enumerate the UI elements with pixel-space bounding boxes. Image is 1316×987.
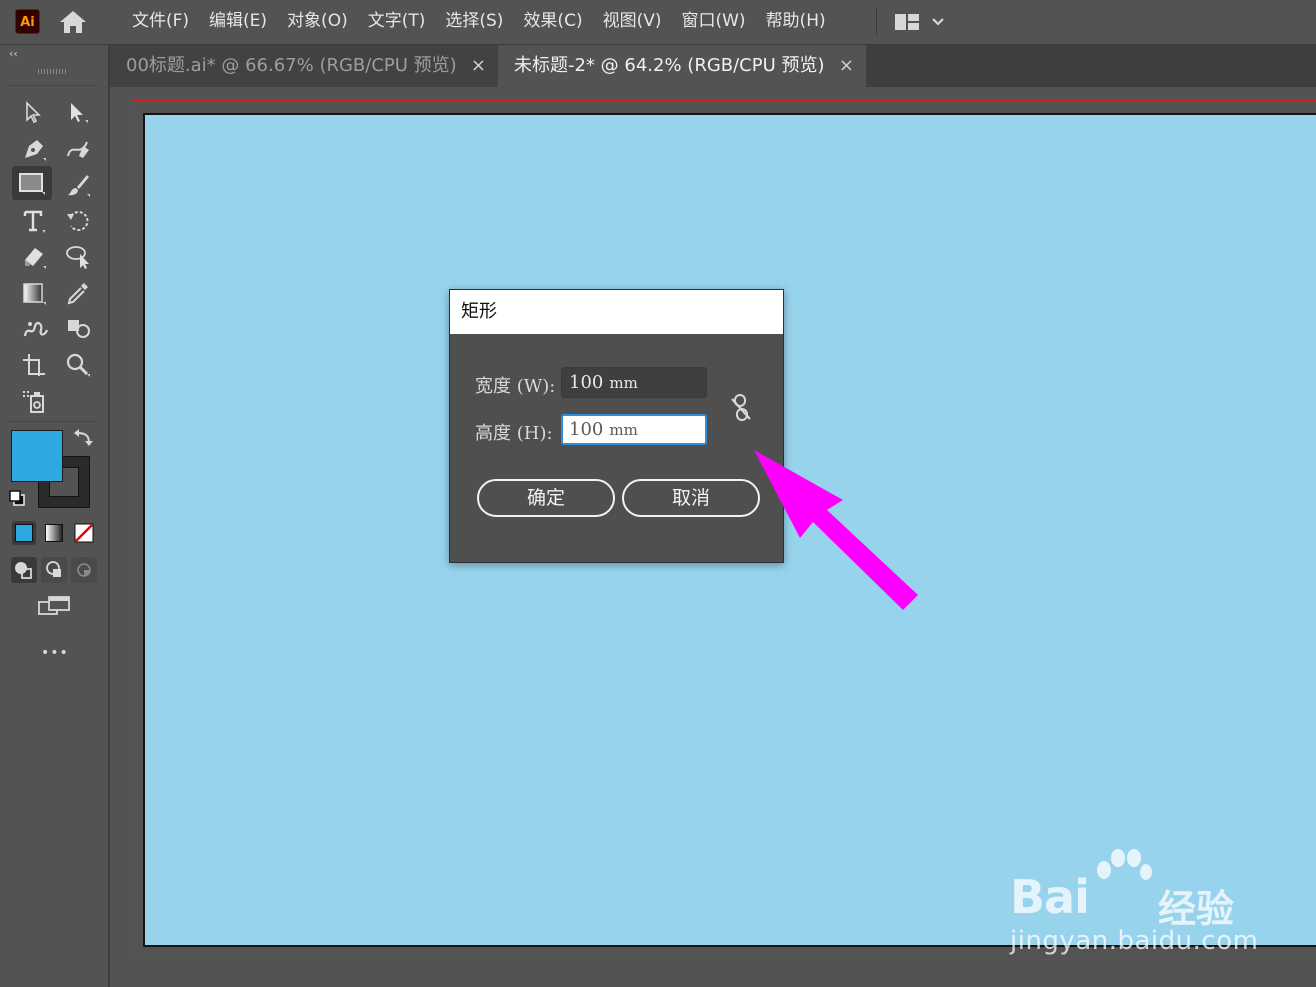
- height-value: 100: [569, 419, 604, 440]
- color-mode-button[interactable]: [12, 521, 36, 545]
- default-fill-stroke-icon[interactable]: [6, 488, 30, 512]
- tab-label: 未标题-2* @ 64.2% (RGB/CPU 预览): [514, 55, 825, 76]
- watermark: Bai 经验 jingyan.baidu.com: [1008, 848, 1308, 968]
- document-tab-bar: 00标题.ai* @ 66.67% (RGB/CPU 预览) × 未标题-2* …: [110, 45, 1316, 87]
- height-input[interactable]: 100 mm: [561, 414, 707, 445]
- panel-grip[interactable]: [38, 69, 68, 74]
- menu-edit[interactable]: 编辑(E): [199, 0, 277, 44]
- screen-mode-icon[interactable]: [36, 592, 72, 620]
- zoom-tool-icon[interactable]: [60, 348, 94, 380]
- watermark-url: jingyan.baidu.com: [1010, 926, 1259, 956]
- draw-behind-button[interactable]: [41, 557, 67, 583]
- shape-builder-tool-icon[interactable]: [60, 240, 94, 272]
- draw-inside-button[interactable]: [71, 557, 97, 583]
- tools-panel: ‹‹ •••: [0, 45, 110, 987]
- main-menu: 文件(F) 编辑(E) 对象(O) 文字(T) 选择(S) 效果(C) 视图(V…: [122, 0, 836, 44]
- watermark-brand: Bai: [1010, 870, 1090, 924]
- panel-divider: [8, 421, 96, 422]
- eraser-tool-icon[interactable]: [16, 240, 50, 272]
- chevron-down-icon: [932, 18, 944, 26]
- type-tool-icon[interactable]: [16, 204, 50, 236]
- fill-color-swatch[interactable]: [11, 430, 63, 482]
- menu-view[interactable]: 视图(V): [593, 0, 672, 44]
- symbol-sprayer-tool-icon[interactable]: [16, 312, 50, 344]
- selection-tool-icon[interactable]: [16, 96, 50, 128]
- draw-normal-button[interactable]: [11, 557, 37, 583]
- eyedropper-tool-icon[interactable]: [60, 276, 94, 308]
- gradient-tool-icon[interactable]: [16, 276, 50, 308]
- tab-label: 00标题.ai* @ 66.67% (RGB/CPU 预览): [126, 55, 457, 76]
- app-logo: Ai: [15, 9, 40, 34]
- width-input[interactable]: 100 mm: [561, 367, 707, 398]
- height-unit: mm: [609, 421, 638, 439]
- menu-object[interactable]: 对象(O): [277, 0, 358, 44]
- more-tools-icon[interactable]: •••: [41, 645, 69, 661]
- menu-bar: Ai 文件(F) 编辑(E) 对象(O) 文字(T) 选择(S) 效果(C) 视…: [0, 0, 1316, 45]
- rectangle-tool-icon[interactable]: [12, 166, 52, 200]
- none-mode-icon: [74, 523, 94, 543]
- ok-button[interactable]: 确定: [477, 479, 615, 517]
- workspace-switcher-button[interactable]: [893, 10, 949, 34]
- rotate-tool-icon[interactable]: [60, 204, 94, 236]
- shape-tools-icon[interactable]: [60, 312, 94, 344]
- rectangle-dialog: 矩形 宽度 (W): 100 mm 高度 (H): 100 mm 确定 取消: [449, 289, 784, 563]
- annotation-arrow: [754, 450, 918, 610]
- close-icon[interactable]: ×: [471, 45, 486, 87]
- watermark-brand-tail: 经验: [1158, 887, 1235, 931]
- draw-behind-icon: [46, 561, 61, 577]
- swap-fill-stroke-icon[interactable]: [70, 425, 98, 451]
- artboard-tool-icon[interactable]: [16, 348, 50, 380]
- constrain-proportions-icon[interactable]: [728, 393, 754, 427]
- gradient-mode-icon: [45, 524, 63, 542]
- paintbrush-tool-icon[interactable]: [60, 168, 94, 200]
- menu-window[interactable]: 窗口(W): [671, 0, 755, 44]
- width-unit: mm: [609, 374, 638, 392]
- home-icon[interactable]: [58, 9, 88, 35]
- menu-type[interactable]: 文字(T): [358, 0, 436, 44]
- layout-icon: [895, 14, 919, 30]
- color-mode-icon: [15, 524, 33, 542]
- menu-separator: [876, 8, 877, 36]
- curvature-tool-icon[interactable]: [60, 132, 94, 164]
- menu-help[interactable]: 帮助(H): [756, 0, 836, 44]
- tab-document-2[interactable]: 未标题-2* @ 64.2% (RGB/CPU 预览) ×: [498, 45, 866, 87]
- pen-tool-icon[interactable]: [16, 132, 50, 164]
- collapse-panel-icon[interactable]: ‹‹: [9, 47, 18, 60]
- draw-normal-icon: [15, 562, 32, 579]
- gradient-mode-button[interactable]: [42, 521, 66, 545]
- menu-select[interactable]: 选择(S): [435, 0, 513, 44]
- direct-selection-tool-icon[interactable]: [60, 96, 94, 128]
- height-label: 高度 (H):: [475, 423, 553, 444]
- draw-inside-icon: [77, 563, 91, 577]
- tab-document-1[interactable]: 00标题.ai* @ 66.67% (RGB/CPU 预览) ×: [110, 45, 498, 87]
- panel-divider: [8, 85, 96, 86]
- dialog-title: 矩形: [450, 290, 783, 334]
- close-icon[interactable]: ×: [839, 45, 854, 87]
- menu-file[interactable]: 文件(F): [122, 0, 199, 44]
- width-value: 100: [569, 372, 604, 393]
- menu-effect[interactable]: 效果(C): [513, 0, 592, 44]
- paw-logo-icon: [1097, 849, 1152, 880]
- none-mode-button[interactable]: [72, 521, 96, 545]
- width-label: 宽度 (W):: [475, 376, 556, 397]
- edit-toolbar-icon[interactable]: [16, 384, 50, 416]
